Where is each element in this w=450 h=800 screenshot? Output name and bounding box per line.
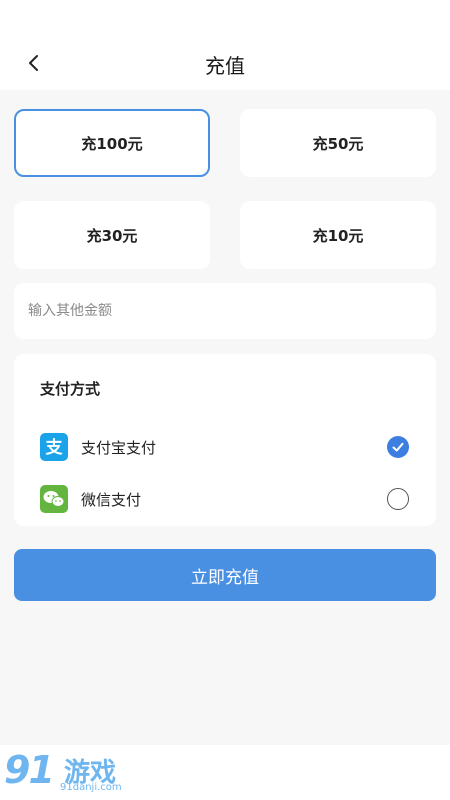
payment-method-card: 支付方式 支 支付宝支付 微信支付 xyxy=(14,354,436,526)
watermark-logo: 91 游戏 91danji.com xyxy=(2,748,142,798)
header-bar: 充值 xyxy=(0,0,450,90)
payment-method-title: 支付方式 xyxy=(40,380,101,398)
amount-option-10[interactable]: 充10元 xyxy=(240,201,436,269)
amount-option-100[interactable]: 充100元 xyxy=(14,109,210,177)
payment-option-label: 支付宝支付 xyxy=(81,439,157,457)
amount-option-50[interactable]: 充50元 xyxy=(240,109,436,177)
svg-text:支: 支 xyxy=(46,437,64,458)
amount-option-30[interactable]: 充30元 xyxy=(14,201,210,269)
recharge-button[interactable]: 立即充值 xyxy=(14,549,436,601)
radio-empty-icon[interactable] xyxy=(387,488,409,510)
watermark-url: 91danji.com xyxy=(60,782,122,793)
alipay-icon: 支 xyxy=(40,433,68,461)
payment-option-wechat[interactable]: 微信支付 xyxy=(14,477,436,521)
payment-option-alipay[interactable]: 支 支付宝支付 xyxy=(14,425,436,469)
content-area: 充100元 充50元 充30元 充10元 支付方式 支 支付宝支付 xyxy=(0,90,450,745)
page-title: 充值 xyxy=(205,54,245,78)
payment-option-label: 微信支付 xyxy=(81,491,142,509)
wechat-icon xyxy=(40,485,68,513)
check-icon[interactable] xyxy=(387,436,409,458)
watermark-number: 91 xyxy=(4,748,55,792)
other-amount-input[interactable] xyxy=(14,283,436,339)
